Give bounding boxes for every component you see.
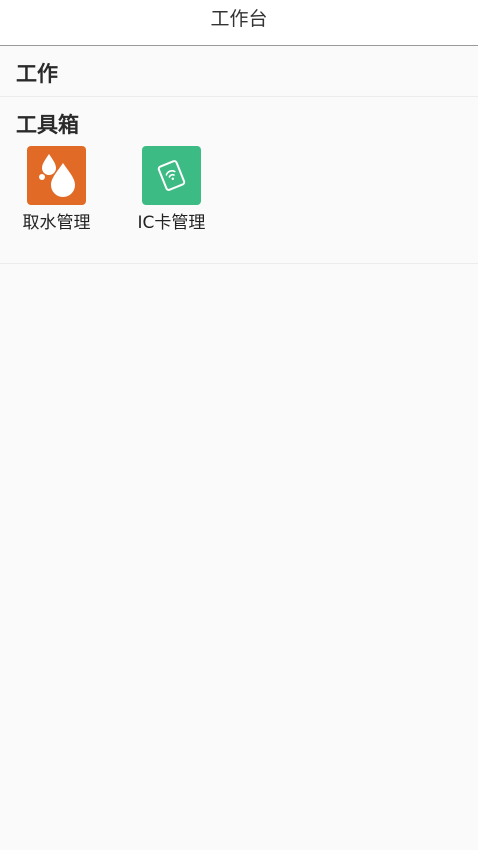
toolbox-section: 工具箱 取水管理 IC卡管理 [0,97,478,264]
work-section: 工作 [0,46,478,97]
water-management-label: 取水管理 [22,213,91,233]
page-title: 工作台 [210,8,268,30]
work-section-title: 工作 [16,62,58,86]
toolbox-section-title: 工具箱 [16,113,79,137]
nav-bar: 工作台 [0,0,478,46]
ic-card-management-tool[interactable]: IC卡管理 [129,146,214,233]
tool-grid: 取水管理 IC卡管理 [0,146,478,233]
water-management-tool[interactable]: 取水管理 [14,146,99,233]
ic-card-icon [142,146,201,205]
water-drops-icon [27,146,86,205]
ic-card-management-label: IC卡管理 [137,213,206,233]
